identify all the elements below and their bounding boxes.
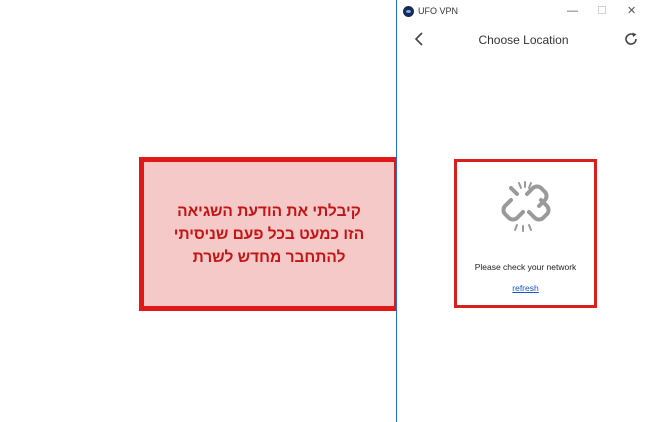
title-bar: UFO VPN — ☐ ✕: [397, 0, 650, 24]
error-highlight-frame: Please check your network refresh: [454, 159, 597, 308]
network-error-message: Please check your network: [474, 262, 577, 272]
broken-link-icon: [501, 181, 551, 232]
minimize-button[interactable]: —: [567, 4, 578, 18]
annotation-line-2: הזו כמעט בכל פעם שניסיתי: [173, 226, 365, 243]
page-title: Choose Location: [478, 33, 569, 47]
annotation-callout: קיבלתי את הודעת השגיאה הזו כמעט בכל פעם …: [139, 157, 399, 311]
annotation-line-1: קיבלתי את הודעת השגיאה: [177, 203, 361, 220]
annotation-text: קיבלתי את הודעת השגיאה הזו כמעט בכל פעם …: [150, 200, 388, 269]
refresh-link[interactable]: refresh: [457, 283, 594, 293]
app-title: UFO VPN: [418, 6, 459, 16]
maximize-button[interactable]: ☐: [597, 4, 607, 18]
location-header: Choose Location: [397, 26, 650, 52]
vpn-window: UFO VPN — ☐ ✕ Choose Location Please che…: [396, 0, 650, 422]
close-button[interactable]: ✕: [627, 4, 636, 18]
refresh-icon[interactable]: [623, 31, 639, 47]
ufo-logo-icon: [403, 6, 414, 17]
annotation-line-3: להתחבר מחדש לשרת: [192, 249, 346, 266]
